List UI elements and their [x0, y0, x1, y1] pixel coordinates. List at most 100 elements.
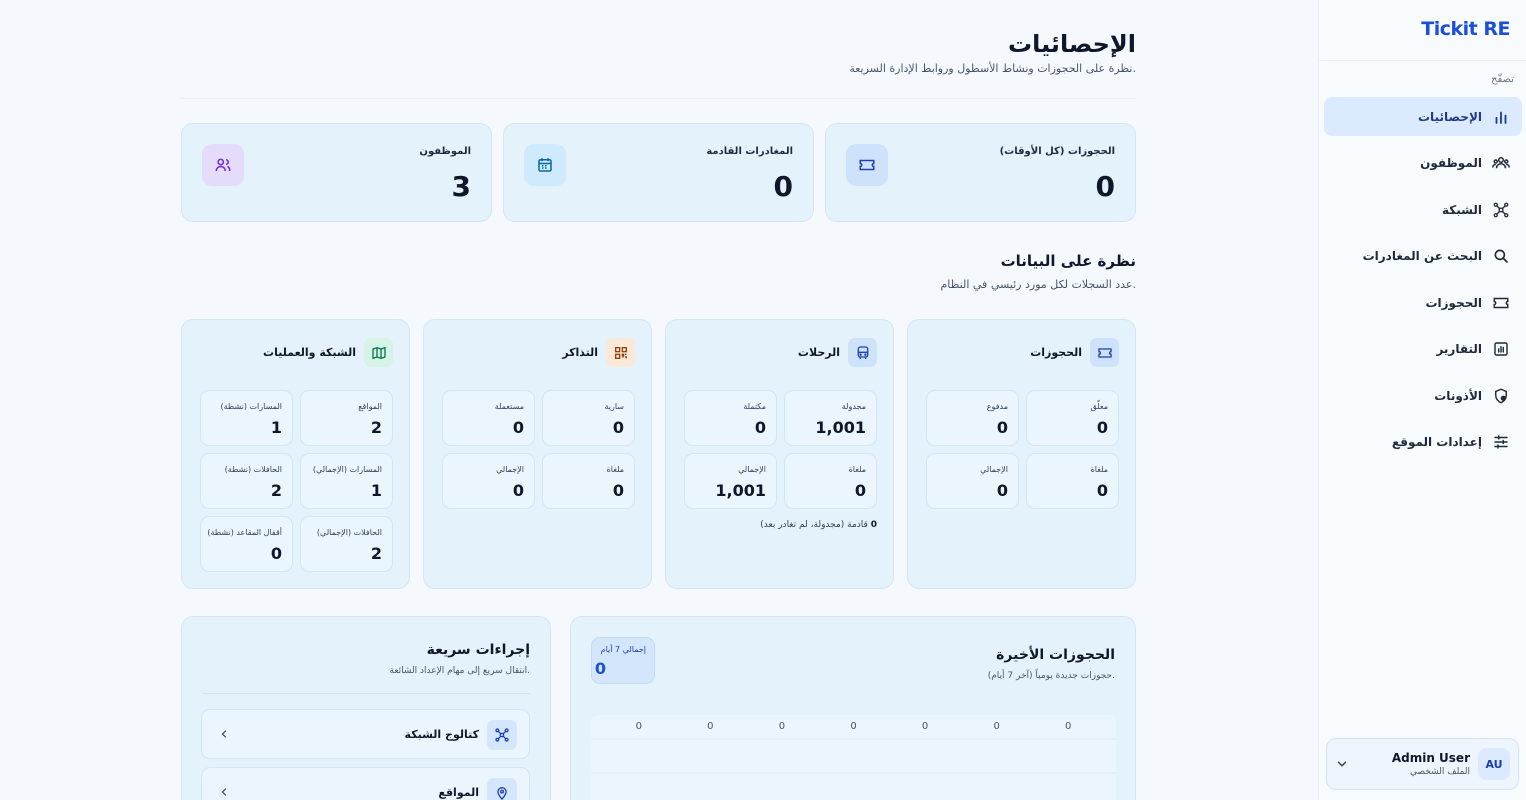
stat-grid: سارية 0 مستعملة 0 ملغاة 0 الإجمالي 0 [440, 390, 635, 509]
calendar-icon [538, 158, 552, 172]
quick-link-locations[interactable]: المواقع [201, 767, 530, 800]
stat-card-upcoming-departures: المغادرات القادمة 0 [503, 123, 814, 222]
chart-data-label: 0 [1065, 721, 1071, 732]
sidebar-item-bookings[interactable]: الحجوزات [1324, 283, 1522, 322]
mini-stat-label: الإجمالي [980, 465, 1008, 474]
mini-stat-value: 2 [270, 481, 282, 500]
mini-stat-label: مدفوع [986, 402, 1008, 411]
mini-stat-value: 0 [854, 481, 866, 500]
recent-bookings-title: الحجوزات الأخيرة [996, 647, 1115, 663]
card-header: الحجوزات [1030, 338, 1119, 367]
sidebar-item-staff[interactable]: الموظفون [1324, 144, 1522, 183]
stat-label: الحجوزات (كل الأوقات) [999, 146, 1115, 157]
card-title: الرحلات [797, 346, 840, 359]
sidebar-item-label: البحث عن المغادرات [1362, 249, 1482, 263]
card-icon-box [1090, 338, 1119, 367]
shield-icon [1495, 387, 1507, 404]
mini-stat-label: المواقع [358, 402, 382, 411]
mini-stat-value: 2 [370, 544, 382, 563]
overview-card-bookings: الحجوزات معلّق 0 مدفوع 0 ملغاة 0 الإجمالي 0 [907, 319, 1136, 589]
user-name: Admin User [1391, 751, 1470, 765]
sidebar-item-label: إعدادات الموقع [1391, 435, 1482, 449]
mini-stat-label: المسارات (الإجمالي) [312, 465, 382, 474]
quick-actions-title: إجراءات سريعة [426, 642, 530, 658]
nav-caption: تصفّح [1491, 74, 1514, 85]
chart-data-label: 0 [993, 721, 999, 732]
mini-stat: الحافلات (نشطة) 2 [200, 453, 293, 509]
user-menu[interactable]: AU Admin User الملف الشخصي [1326, 738, 1519, 790]
quick-actions-divider [202, 693, 530, 694]
chevron-down-icon [1337, 761, 1347, 767]
card-title: التذاكر [562, 346, 598, 359]
chart-data-label: 0 [779, 721, 785, 732]
mini-stat-value: 0 [270, 544, 282, 563]
mini-stat-label: ملغاة [606, 465, 624, 474]
ticket-icon [859, 159, 875, 171]
page-subtitle: نظرة على الحجوزات ونشاط الأسطول وروابط ا… [849, 62, 1136, 75]
stat-value: 0 [773, 170, 793, 203]
card-title: الحجوزات [1030, 346, 1082, 359]
card-icon-box [606, 338, 635, 367]
sidebar-item-permissions[interactable]: الأذونات [1324, 376, 1522, 415]
user-info: Admin User الملف الشخصي [1357, 751, 1470, 777]
total-label: إجمالي 7 أيام [600, 645, 646, 654]
overview-card-network-ops: الشبكة والعمليات المواقع 2 المسارات (نشطة… [181, 319, 410, 589]
mini-stat: مكتملة 0 [684, 390, 777, 446]
mini-stat: مستعملة 0 [442, 390, 535, 446]
quick-link-label: المواقع [438, 786, 479, 799]
mini-stat: الإجمالي 0 [926, 453, 1019, 509]
sidebar-item-site-settings[interactable]: إعدادات الموقع [1324, 423, 1522, 462]
recent-bookings-subtitle: حجوزات جديدة يومياً (آخر 7 أيام). [987, 671, 1115, 681]
sidebar-item-departure-search[interactable]: البحث عن المغادرات [1324, 237, 1522, 276]
stat-label: المغادرات القادمة [706, 146, 793, 157]
sidebar-item-statistics[interactable]: الإحصائيات [1324, 97, 1522, 136]
quick-link-icon-box [487, 720, 517, 750]
chart-svg: 0 0 0 0 0 0 0 [591, 721, 1116, 774]
chevron-left-icon [221, 730, 227, 738]
quick-actions-subtitle: انتقال سريع إلى مهام الإعداد الشائعة. [389, 666, 531, 676]
mini-stat-value: 0 [612, 481, 624, 500]
daily-bookings-chart: 0 0 0 0 0 0 0 [591, 715, 1116, 800]
mini-stat-label: ملغاة [848, 465, 866, 474]
overview-card-trips: الرحلات مجدولة 1,001 مكتملة 0 ملغاة 0 الإجم… [665, 319, 894, 589]
sidebar-item-label: الموظفون [1420, 156, 1482, 170]
sidebar-item-label: الأذونات [1434, 388, 1482, 403]
mini-stat: الإجمالي 0 [442, 453, 535, 509]
quick-link-label: كتالوج الشبكة [404, 728, 479, 741]
quick-link-network-catalog[interactable]: كتالوج الشبكة [201, 709, 530, 759]
mini-stat-value: 0 [996, 418, 1008, 437]
mini-stat: المواقع 2 [300, 390, 393, 446]
brand-logo[interactable]: Tickit RE [1421, 18, 1510, 40]
mini-stat-value: 2 [370, 418, 382, 437]
stat-label: الموظفون [419, 146, 471, 157]
mini-stat-value: 0 [512, 481, 524, 500]
sidebar-item-network[interactable]: الشبكة [1324, 190, 1522, 229]
stat-value: 0 [1095, 170, 1115, 203]
mini-stat-value: 0 [996, 481, 1008, 500]
stat-grid: مجدولة 1,001 مكتملة 0 ملغاة 0 الإجمالي 1,001 [682, 390, 877, 509]
sidebar-item-reports[interactable]: التقارير [1324, 330, 1522, 369]
upcoming-note-text: قادمة (مجدولة، لم تغادر بعد) [760, 520, 868, 530]
mini-stat: أقفال المقاعد (نشطة) 0 [200, 516, 293, 572]
card-header: التذاكر [562, 338, 635, 367]
sidebar-divider [1319, 60, 1526, 61]
mini-stat: ملغاة 0 [784, 453, 877, 509]
report-icon [1494, 342, 1508, 356]
network-icon [1493, 202, 1509, 217]
stat-card-staff: الموظفون 3 [181, 123, 492, 222]
mini-stat: الحافلات (الإجمالي) 2 [300, 516, 393, 572]
stat-icon-box [202, 144, 244, 186]
mini-stat: المسارات (الإجمالي) 1 [300, 453, 393, 509]
section-title: نظرة على البيانات [1000, 252, 1136, 270]
mini-stat-value: 1 [370, 481, 382, 500]
card-header: الشبكة والعمليات [263, 338, 393, 367]
sliders-icon [1494, 435, 1508, 449]
chart-data-label: 0 [707, 721, 713, 732]
mini-stat-label: المسارات (نشطة) [220, 402, 282, 411]
mini-stat-value: 0 [612, 418, 624, 437]
mini-stat-label: معلّق [1090, 402, 1108, 411]
mini-stat: سارية 0 [542, 390, 635, 446]
card-icon-box [364, 338, 393, 367]
header-divider [181, 98, 1136, 99]
mini-stat: مدفوع 0 [926, 390, 1019, 446]
